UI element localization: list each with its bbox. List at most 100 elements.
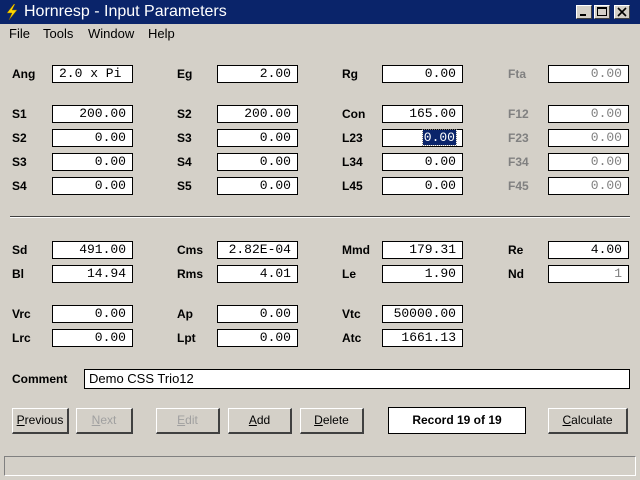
param-value-ap: 0.00: [259, 306, 291, 321]
previous-label: revious: [24, 413, 64, 427]
param-field-s2[interactable]: 0.00: [52, 129, 133, 147]
param-label-ap: Ap: [177, 307, 193, 321]
maximize-icon: [597, 7, 607, 16]
add-button[interactable]: Add: [228, 408, 292, 434]
param-field-vrc[interactable]: 0.00: [52, 305, 133, 323]
param-label-rg: Rg: [342, 67, 358, 81]
param-field-ang[interactable]: 2.0 x Pi: [52, 65, 133, 83]
calculate-button[interactable]: Calculate: [548, 408, 628, 434]
param-label-sd: Sd: [12, 243, 28, 257]
param-field-lrc[interactable]: 0.00: [52, 329, 133, 347]
comment-field[interactable]: Demo CSS Trio12: [84, 369, 630, 389]
param-label-ang: Ang: [12, 67, 36, 81]
param-value-s2: 0.00: [94, 130, 126, 145]
param-field-lpt[interactable]: 0.00: [217, 329, 298, 347]
status-bar: [4, 456, 636, 476]
window-title: Hornresp - Input Parameters: [24, 3, 227, 20]
previous-button[interactable]: Previous: [12, 408, 69, 434]
param-field-s3[interactable]: 0.00: [52, 153, 133, 171]
param-value-sd: 491.00: [79, 242, 126, 257]
param-field-re[interactable]: 4.00: [548, 241, 629, 259]
param-field-nd[interactable]: 1: [548, 265, 629, 283]
param-field-cms[interactable]: 2.82E-04: [217, 241, 298, 259]
param-field-s4[interactable]: 0.00: [52, 177, 133, 195]
param-field-sd[interactable]: 491.00: [52, 241, 133, 259]
param-label-l34: L34: [342, 155, 363, 169]
param-field-con[interactable]: 165.00: [382, 105, 463, 123]
param-field-s4[interactable]: 0.00: [217, 153, 298, 171]
param-value-bl: 14.94: [86, 266, 126, 281]
menu-help[interactable]: Help: [148, 26, 175, 41]
param-field-eg[interactable]: 2.00: [217, 65, 298, 83]
menu-file[interactable]: File: [9, 26, 30, 41]
param-label-s4: S4: [177, 155, 192, 169]
param-field-s3[interactable]: 0.00: [217, 129, 298, 147]
maximize-button[interactable]: [594, 5, 610, 19]
param-field-vtc[interactable]: 50000.00: [382, 305, 463, 323]
edit-button[interactable]: Edit: [156, 408, 220, 434]
menu-window[interactable]: Window: [88, 26, 134, 41]
param-field-mmd[interactable]: 179.31: [382, 241, 463, 259]
param-field-f34[interactable]: 0.00: [548, 153, 629, 171]
param-label-s4: S4: [12, 179, 27, 193]
param-field-atc[interactable]: 1661.13: [382, 329, 463, 347]
param-value-con: 165.00: [409, 106, 456, 121]
param-value-f12: 0.00: [590, 106, 622, 121]
param-value-f45: 0.00: [590, 178, 622, 193]
param-value-lpt: 0.00: [259, 330, 291, 345]
param-value-eg: 2.00: [259, 66, 291, 81]
close-button[interactable]: [614, 5, 630, 19]
param-label-lrc: Lrc: [12, 331, 31, 345]
param-label-f34: F34: [508, 155, 529, 169]
param-field-f45[interactable]: 0.00: [548, 177, 629, 195]
param-field-rg[interactable]: 0.00: [382, 65, 463, 83]
param-value-fta: 0.00: [590, 66, 622, 81]
section-divider: [10, 216, 630, 218]
menu-bar: File Tools Window Help: [0, 24, 640, 44]
param-field-ap[interactable]: 0.00: [217, 305, 298, 323]
next-button[interactable]: Next: [76, 408, 133, 434]
title-bar[interactable]: Hornresp - Input Parameters: [0, 0, 640, 24]
param-value-s5: 0.00: [259, 178, 291, 193]
param-value-nd: 1: [614, 266, 622, 281]
param-label-atc: Atc: [342, 331, 362, 345]
param-value-rg: 0.00: [424, 66, 456, 81]
param-field-l45[interactable]: 0.00: [382, 177, 463, 195]
param-value-mmd: 179.31: [409, 242, 456, 257]
param-label-bl: Bl: [12, 267, 24, 281]
param-label-con: Con: [342, 107, 366, 121]
param-field-f23[interactable]: 0.00: [548, 129, 629, 147]
param-value-lrc: 0.00: [94, 330, 126, 345]
param-field-l34[interactable]: 0.00: [382, 153, 463, 171]
param-field-bl[interactable]: 14.94: [52, 265, 133, 283]
lightning-icon: [6, 4, 18, 20]
param-field-s2[interactable]: 200.00: [217, 105, 298, 123]
calculate-label: alculate: [571, 413, 613, 427]
record-indicator: Record 19 of 19: [388, 407, 526, 434]
param-field-s5[interactable]: 0.00: [217, 177, 298, 195]
param-field-f12[interactable]: 0.00: [548, 105, 629, 123]
next-label: ext: [100, 413, 117, 427]
param-value-s3: 0.00: [259, 130, 291, 145]
param-value-rms: 4.01: [259, 266, 291, 281]
param-label-f12: F12: [508, 107, 529, 121]
minimize-button[interactable]: [576, 5, 592, 19]
param-label-rms: Rms: [177, 267, 204, 281]
param-field-fta[interactable]: 0.00: [548, 65, 629, 83]
minimize-icon: [580, 14, 586, 16]
param-field-s1[interactable]: 200.00: [52, 105, 133, 123]
param-label-le: Le: [342, 267, 357, 281]
param-value-f23: 0.00: [590, 130, 622, 145]
param-value-vrc: 0.00: [94, 306, 126, 321]
param-field-l23[interactable]: 0.00: [382, 129, 463, 147]
delete-button[interactable]: Delete: [300, 408, 364, 434]
menu-tools[interactable]: Tools: [43, 26, 73, 41]
param-value-l34: 0.00: [424, 154, 456, 169]
edit-label: dit: [185, 413, 198, 427]
param-label-cms: Cms: [177, 243, 204, 257]
param-field-le[interactable]: 1.90: [382, 265, 463, 283]
param-label-f23: F23: [508, 131, 529, 145]
param-label-fta: Fta: [508, 67, 526, 81]
param-label-nd: Nd: [508, 267, 524, 281]
param-field-rms[interactable]: 4.01: [217, 265, 298, 283]
